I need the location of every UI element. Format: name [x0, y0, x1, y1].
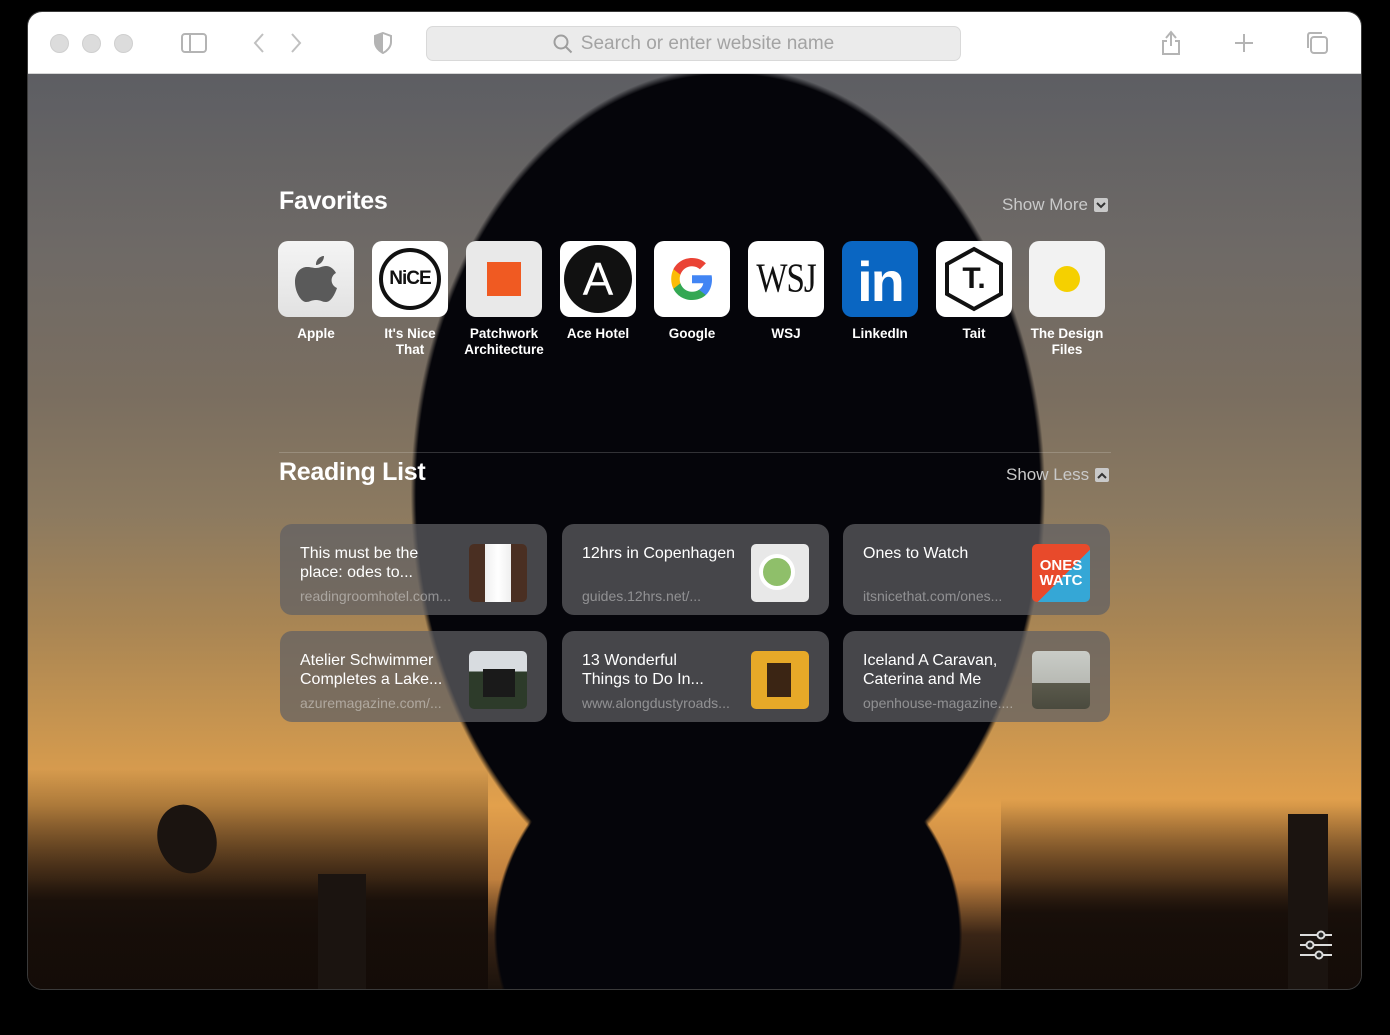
background-rooftops — [28, 769, 488, 989]
reading-item-thumbnail — [751, 544, 809, 602]
reading-item-title: Iceland A Caravan, Caterina and Me — [863, 652, 998, 688]
google-icon — [654, 241, 730, 317]
favorite-its-nice-that[interactable]: NiCE It's Nice That — [363, 241, 457, 358]
wsj-logo-icon: WSJ — [748, 241, 824, 317]
favorite-linkedin[interactable]: in LinkedIn — [833, 241, 927, 342]
favorite-label: It's Nice That — [384, 326, 436, 357]
favorites-title: Favorites — [279, 187, 388, 215]
reading-item-url: www.alongdustyroads... — [582, 695, 730, 711]
address-placeholder: Search or enter website name — [580, 32, 835, 54]
orange-square — [487, 262, 521, 296]
sidebar-icon[interactable] — [179, 29, 209, 57]
background-chimney — [318, 874, 366, 989]
tait-logo-icon: T. — [936, 241, 1012, 317]
reading-list-item[interactable]: Atelier Schwimmer Completes a Lake... azu… — [280, 631, 547, 722]
reading-item-url: openhouse-magazine.... — [863, 695, 1014, 711]
new-tab-icon[interactable] — [1229, 29, 1259, 57]
show-less-toggle[interactable]: Show Less — [1006, 465, 1110, 485]
close-window-button[interactable] — [50, 34, 69, 53]
favorite-patchwork-architecture[interactable]: Patchwork Architecture — [457, 241, 551, 358]
reading-list-item[interactable]: Ones to Watch itsnicethat.com/ones... ON… — [843, 524, 1110, 615]
reading-item-title: 13 Wonderful Things to Do In... — [582, 652, 704, 688]
nice-logo-icon: NiCE — [372, 241, 448, 317]
reading-item-url: itsnicethat.com/ones... — [863, 588, 1003, 604]
reading-list-item[interactable]: 12hrs in Copenhagen guides.12hrs.net/... — [562, 524, 829, 615]
linkedin-icon: in — [842, 241, 918, 317]
privacy-shield-icon[interactable] — [368, 29, 398, 57]
reading-item-thumbnail — [1032, 651, 1090, 709]
favorite-label: WSJ — [771, 326, 801, 341]
design-files-dot-icon — [1029, 241, 1105, 317]
nice-logo-text: NiCE — [379, 248, 441, 310]
apple-icon — [278, 241, 354, 317]
browser-window: Search or enter website name Favorites S… — [28, 12, 1361, 989]
ace-hotel-icon: A — [560, 241, 636, 317]
reading-item-thumbnail — [469, 651, 527, 709]
ace-logo-text: A — [564, 245, 632, 313]
chevron-down-icon — [1093, 198, 1108, 212]
favorite-label: Patchwork Architecture — [464, 326, 544, 357]
reading-item-thumbnail — [469, 544, 527, 602]
reading-list-item[interactable]: 13 Wonderful Things to Do In... www.along… — [562, 631, 829, 722]
reading-item-title: Ones to Watch — [863, 545, 969, 562]
search-icon — [553, 34, 572, 53]
reading-item-title: 12hrs in Copenhagen — [582, 545, 736, 562]
toolbar: Search or enter website name — [28, 12, 1361, 74]
reading-item-thumbnail: ONES WATC — [1032, 544, 1090, 602]
show-more-toggle[interactable]: Show More — [1002, 195, 1108, 215]
patchwork-square-icon — [466, 241, 542, 317]
reading-list-item[interactable]: This must be the place: odes to... readin… — [280, 524, 547, 615]
reading-item-url: azuremagazine.com/... — [300, 695, 442, 711]
section-divider — [279, 452, 1111, 453]
tait-logo-text: T. — [962, 262, 986, 295]
share-icon[interactable] — [1156, 29, 1186, 57]
reading-item-title: Atelier Schwimmer Completes a Lake... — [300, 652, 443, 688]
customize-start-page-icon[interactable] — [1299, 930, 1333, 965]
favorite-label: LinkedIn — [852, 326, 908, 341]
thumbnail-text: ONES WATC — [1039, 557, 1083, 589]
reading-list-title: Reading List — [279, 458, 426, 486]
show-less-label: Show Less — [1006, 465, 1090, 484]
reading-item-thumbnail — [751, 651, 809, 709]
zoom-window-button[interactable] — [114, 34, 133, 53]
reading-item-url: guides.12hrs.net/... — [582, 588, 702, 604]
tab-overview-icon[interactable] — [1302, 29, 1332, 57]
reading-item-url: readingroomhotel.com... — [300, 588, 451, 604]
favorite-label: The Design Files — [1030, 326, 1104, 357]
forward-icon[interactable] — [281, 29, 311, 57]
favorite-the-design-files[interactable]: The Design Files — [1020, 241, 1114, 358]
favorite-google[interactable]: Google — [645, 241, 739, 342]
chevron-up-icon — [1095, 468, 1110, 482]
favorite-apple[interactable]: Apple — [269, 241, 363, 342]
wsj-logo-text: WSJ — [756, 255, 816, 301]
favorite-label: Tait — [962, 326, 986, 341]
reading-item-title: This must be the place: odes to... — [300, 545, 419, 581]
address-bar[interactable]: Search or enter website name — [426, 26, 961, 61]
show-more-label: Show More — [1002, 195, 1088, 214]
reading-list-item[interactable]: Iceland A Caravan, Caterina and Me openho… — [843, 631, 1110, 722]
start-page: Favorites Show More Apple NiCE It's Nice… — [28, 74, 1361, 989]
back-icon[interactable] — [244, 29, 274, 57]
favorite-ace-hotel[interactable]: A Ace Hotel — [551, 241, 645, 342]
minimize-window-button[interactable] — [82, 34, 101, 53]
favorite-label: Apple — [297, 326, 335, 341]
linkedin-logo-text: in — [857, 250, 905, 313]
favorite-label: Ace Hotel — [566, 326, 630, 341]
yellow-dot — [1054, 266, 1080, 292]
favorite-wsj[interactable]: WSJ WSJ — [739, 241, 833, 342]
favorite-label: Google — [668, 326, 716, 341]
favorite-tait[interactable]: T. Tait — [927, 241, 1021, 342]
